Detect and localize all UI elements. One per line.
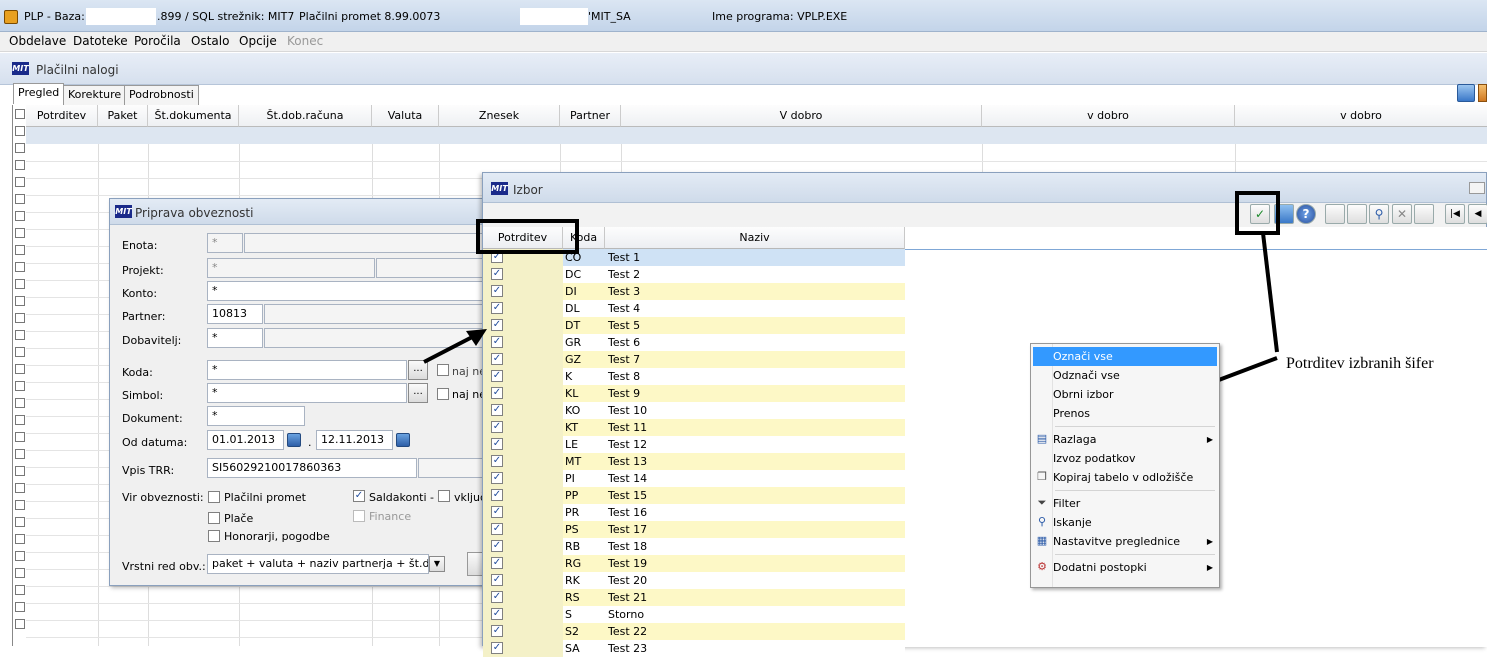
- copy-icon: ❐: [1037, 470, 1047, 483]
- menu-razlaga[interactable]: Razlaga: [1053, 430, 1096, 449]
- filter-icon: ⏷: [1037, 496, 1047, 509]
- menu-kopiraj-tabelo[interactable]: Kopiraj tabelo v odložišče: [1053, 468, 1193, 487]
- menu-dodatni-postopki[interactable]: Dodatni postopki: [1053, 558, 1147, 577]
- settings-icon: ▦: [1036, 534, 1048, 547]
- menu-separator: [1055, 490, 1215, 491]
- annotation-text: Potrditev izbranih šifer: [1286, 355, 1434, 372]
- menu-separator: [1055, 426, 1215, 427]
- menu-odznaci-vse[interactable]: Odznači vse: [1053, 366, 1120, 385]
- context-menu: Označi vse Odznači vse Obrni izbor Preno…: [1030, 343, 1220, 588]
- submenu-arrow-icon: ▶: [1206, 563, 1213, 572]
- menu-oznaci-vse[interactable]: Označi vse: [1033, 347, 1217, 366]
- menu-prenos[interactable]: Prenos: [1053, 404, 1090, 423]
- submenu-arrow-icon: ▶: [1206, 537, 1213, 546]
- gear-icon: ⚙: [1037, 560, 1047, 573]
- submenu-arrow-icon: ▶: [1206, 435, 1213, 444]
- menu-iskanje[interactable]: Iskanje: [1053, 513, 1092, 532]
- menu-filter[interactable]: Filter: [1053, 494, 1080, 513]
- search-icon: ⚲: [1037, 515, 1047, 528]
- menu-obrni-izbor[interactable]: Obrni izbor: [1053, 385, 1114, 404]
- info-icon: ▤: [1036, 432, 1048, 445]
- annotation-arrows: [423, 232, 1279, 414]
- menu-izvoz-podatkov[interactable]: Izvoz podatkov: [1053, 449, 1136, 468]
- menu-nastavitve-preglednice[interactable]: Nastavitve preglednice: [1053, 532, 1180, 551]
- menu-separator: [1055, 554, 1215, 555]
